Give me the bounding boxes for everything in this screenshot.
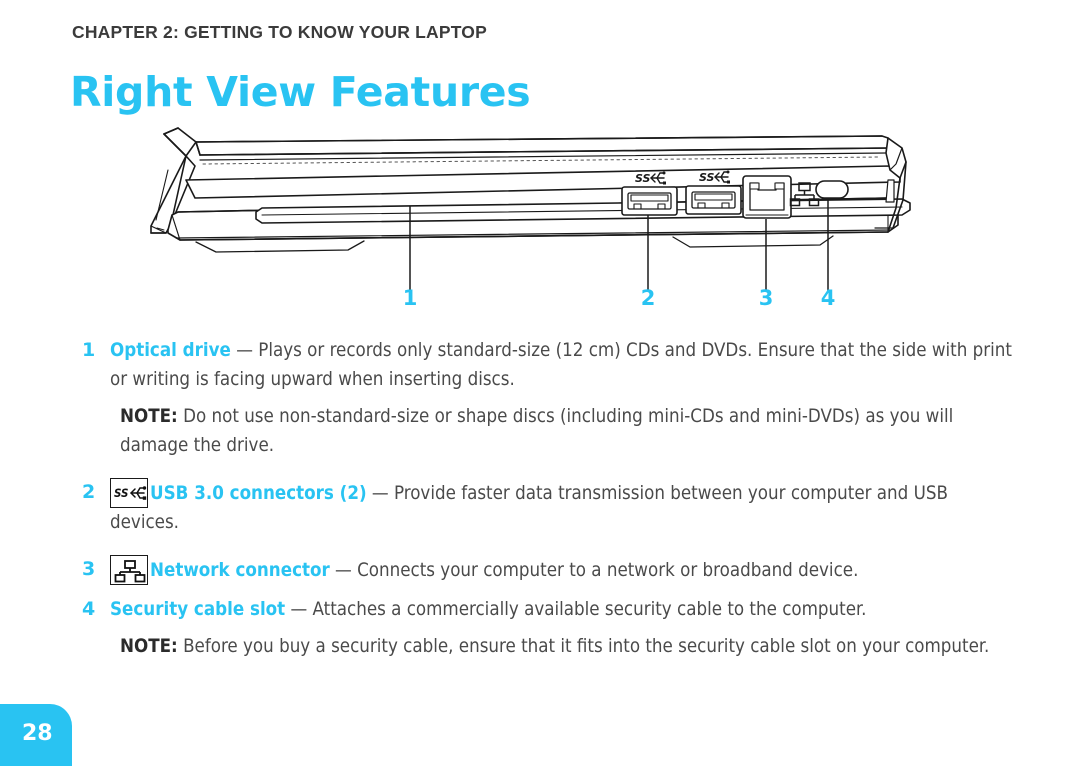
list-item-term: Security cable slot	[110, 599, 286, 620]
usb-port-2-shape	[685, 185, 742, 215]
document-page: CHAPTER 2: GETTING TO KNOW YOUR LAPTOP R…	[0, 0, 1080, 766]
list-item-body: Optical drive — Plays or records only st…	[110, 336, 1012, 394]
usb-superspeed-icon: SS	[110, 478, 148, 508]
list-item-number: 2	[82, 481, 96, 503]
list-item-body: SS USB 3.0 connectors (2) — Provide fast…	[110, 478, 1012, 537]
list-item-dash: —	[329, 560, 358, 581]
list-item: 2 SS USB 3.0 connectors (2) — Provide fa…	[72, 478, 1012, 537]
note-text: Do not use non-standard-size or shape di…	[120, 406, 954, 456]
security-slot-shape	[815, 180, 849, 199]
feature-list: 1 Optical drive — Plays or records only …	[72, 336, 1012, 669]
list-item-body: Security cable slot — Attaches a commerc…	[110, 595, 1012, 624]
list-item-term: Network connector	[150, 560, 330, 581]
svg-text:SS: SS	[635, 172, 651, 185]
list-item-term: USB 3.0 connectors (2)	[150, 483, 367, 504]
list-item-dash: —	[285, 599, 313, 620]
callout-number-4: 4	[820, 286, 836, 310]
list-item-dash: —	[366, 483, 394, 504]
list-item: 4 Security cable slot — Attaches a comme…	[72, 595, 1012, 624]
chapter-label: CHAPTER 2: GETTING TO KNOW YOUR LAPTOP	[72, 22, 487, 42]
page-title: Right View Features	[70, 68, 531, 116]
note-label: NOTE:	[120, 406, 178, 427]
usb-port-1-shape	[621, 186, 678, 216]
page-number: 28	[22, 721, 53, 746]
list-item-description: Connects your computer to a network or b…	[357, 560, 859, 581]
note-text: Before you buy a security cable, ensure …	[177, 636, 990, 657]
list-item-term: Optical drive	[110, 340, 231, 361]
list-item: 3 Network connector — Connects your comp…	[72, 555, 1012, 585]
page-number-badge: 28	[0, 704, 72, 766]
callout-number-1: 1	[402, 286, 418, 310]
network-icon	[110, 555, 148, 585]
list-item-number: 4	[82, 598, 96, 620]
svg-text:SS: SS	[699, 171, 715, 184]
note-label: NOTE:	[120, 636, 178, 657]
callout-number-3: 3	[758, 286, 774, 310]
list-item-description: Attaches a commercially available securi…	[312, 599, 867, 620]
list-item-number: 3	[82, 558, 96, 580]
list-item-dash: —	[230, 340, 259, 361]
list-item-number: 1	[82, 339, 96, 361]
note-block: NOTE: Before you buy a security cable, e…	[120, 632, 1010, 661]
svg-text:SS: SS	[114, 486, 129, 500]
list-item: 1 Optical drive — Plays or records only …	[72, 336, 1012, 394]
rj45-port-shape	[742, 175, 792, 219]
note-block: NOTE: Do not use non-standard-size or sh…	[120, 402, 1010, 460]
figure-callout-numbers: 1 2 3 4	[0, 286, 1080, 318]
callout-number-2: 2	[640, 286, 656, 310]
list-item-body: Network connector — Connects your comput…	[110, 555, 1012, 585]
